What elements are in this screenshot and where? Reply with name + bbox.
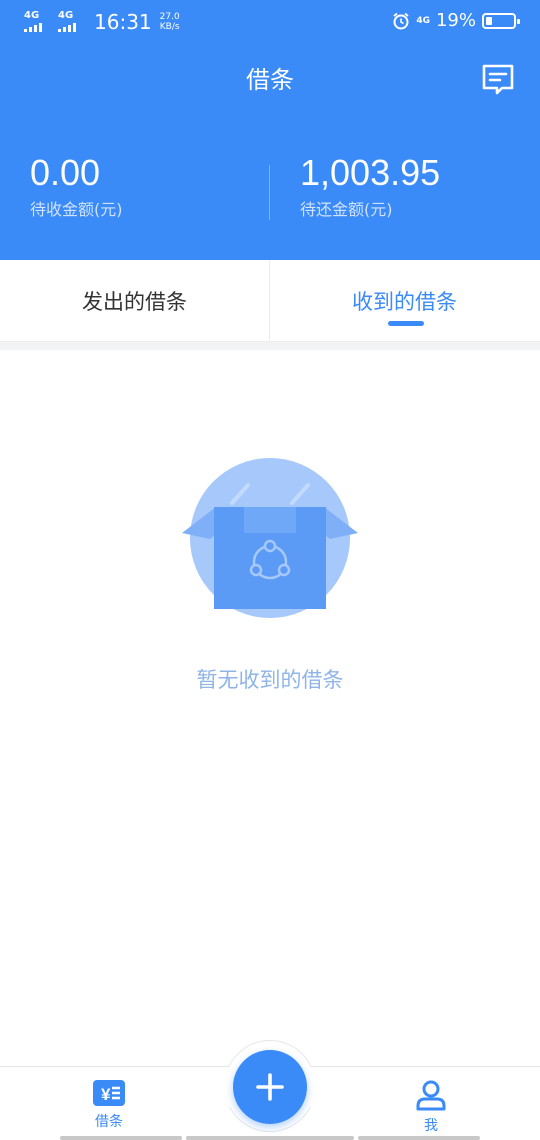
section-gap	[0, 342, 540, 350]
plus-icon	[256, 1073, 284, 1101]
nav-label-iou: 借条	[95, 1114, 123, 1130]
svg-text:¥: ¥	[101, 1085, 111, 1104]
tab-bar: 发出的借条 收到的借条	[0, 260, 540, 342]
alarm-icon	[393, 12, 409, 30]
app-screen: 4G 4G 16:31 27.0 KB/s 4G 19% 借条 0.00 待收金…	[0, 0, 540, 1140]
speed-value: 27.0	[159, 12, 180, 22]
status-bar: 4G 4G 16:31 27.0 KB/s 4G 19%	[0, 0, 540, 44]
status-left: 4G 4G 16:31 27.0 KB/s	[24, 10, 180, 34]
nav-item-me[interactable]: 我	[391, 1079, 471, 1135]
network-type: 4G	[24, 10, 40, 21]
gesture-bar	[186, 1136, 354, 1140]
receivable-label: 待收金额(元)	[30, 200, 123, 219]
status-time: 16:31	[94, 10, 152, 34]
header-panel: 4G 4G 16:31 27.0 KB/s 4G 19% 借条 0.00 待收金…	[0, 0, 540, 260]
tab-sent[interactable]: 发出的借条	[0, 260, 269, 342]
battery-percent: 19%	[435, 10, 476, 31]
payable-label: 待还金额(元)	[300, 200, 393, 219]
add-button[interactable]	[233, 1050, 307, 1124]
nav-label-me: 我	[424, 1118, 438, 1134]
gesture-bar	[60, 1136, 182, 1140]
network-type-2: 4G	[58, 10, 74, 21]
nav-item-iou[interactable]: ¥ 借条	[69, 1079, 149, 1131]
speed-unit: KB/s	[159, 22, 180, 32]
network-type-3: 4G	[416, 15, 430, 26]
header-divider	[269, 165, 270, 220]
network-speed: 27.0 KB/s	[160, 12, 180, 32]
battery-icon	[482, 13, 520, 29]
gesture-bar	[358, 1136, 480, 1140]
yen-list-icon: ¥	[93, 1080, 125, 1106]
signal-icon: 4G	[24, 11, 54, 33]
status-right: 4G 19%	[392, 10, 520, 32]
page-title: 借条	[246, 66, 294, 94]
signal-icon-2: 4G	[58, 11, 88, 33]
receivable-amount-block[interactable]: 0.00 待收金额(元)	[30, 150, 123, 222]
receivable-value: 0.00	[30, 152, 101, 193]
tab-active-indicator	[388, 321, 424, 326]
tab-received[interactable]: 收到的借条	[270, 260, 539, 342]
user-icon	[416, 1080, 446, 1111]
payable-amount-block[interactable]: 1,003.95 待还金额(元)	[300, 150, 440, 222]
empty-box-icon	[182, 458, 358, 618]
empty-state-text: 暂无收到的借条	[196, 668, 344, 692]
message-icon[interactable]	[480, 62, 516, 98]
payable-value: 1,003.95	[300, 152, 441, 193]
